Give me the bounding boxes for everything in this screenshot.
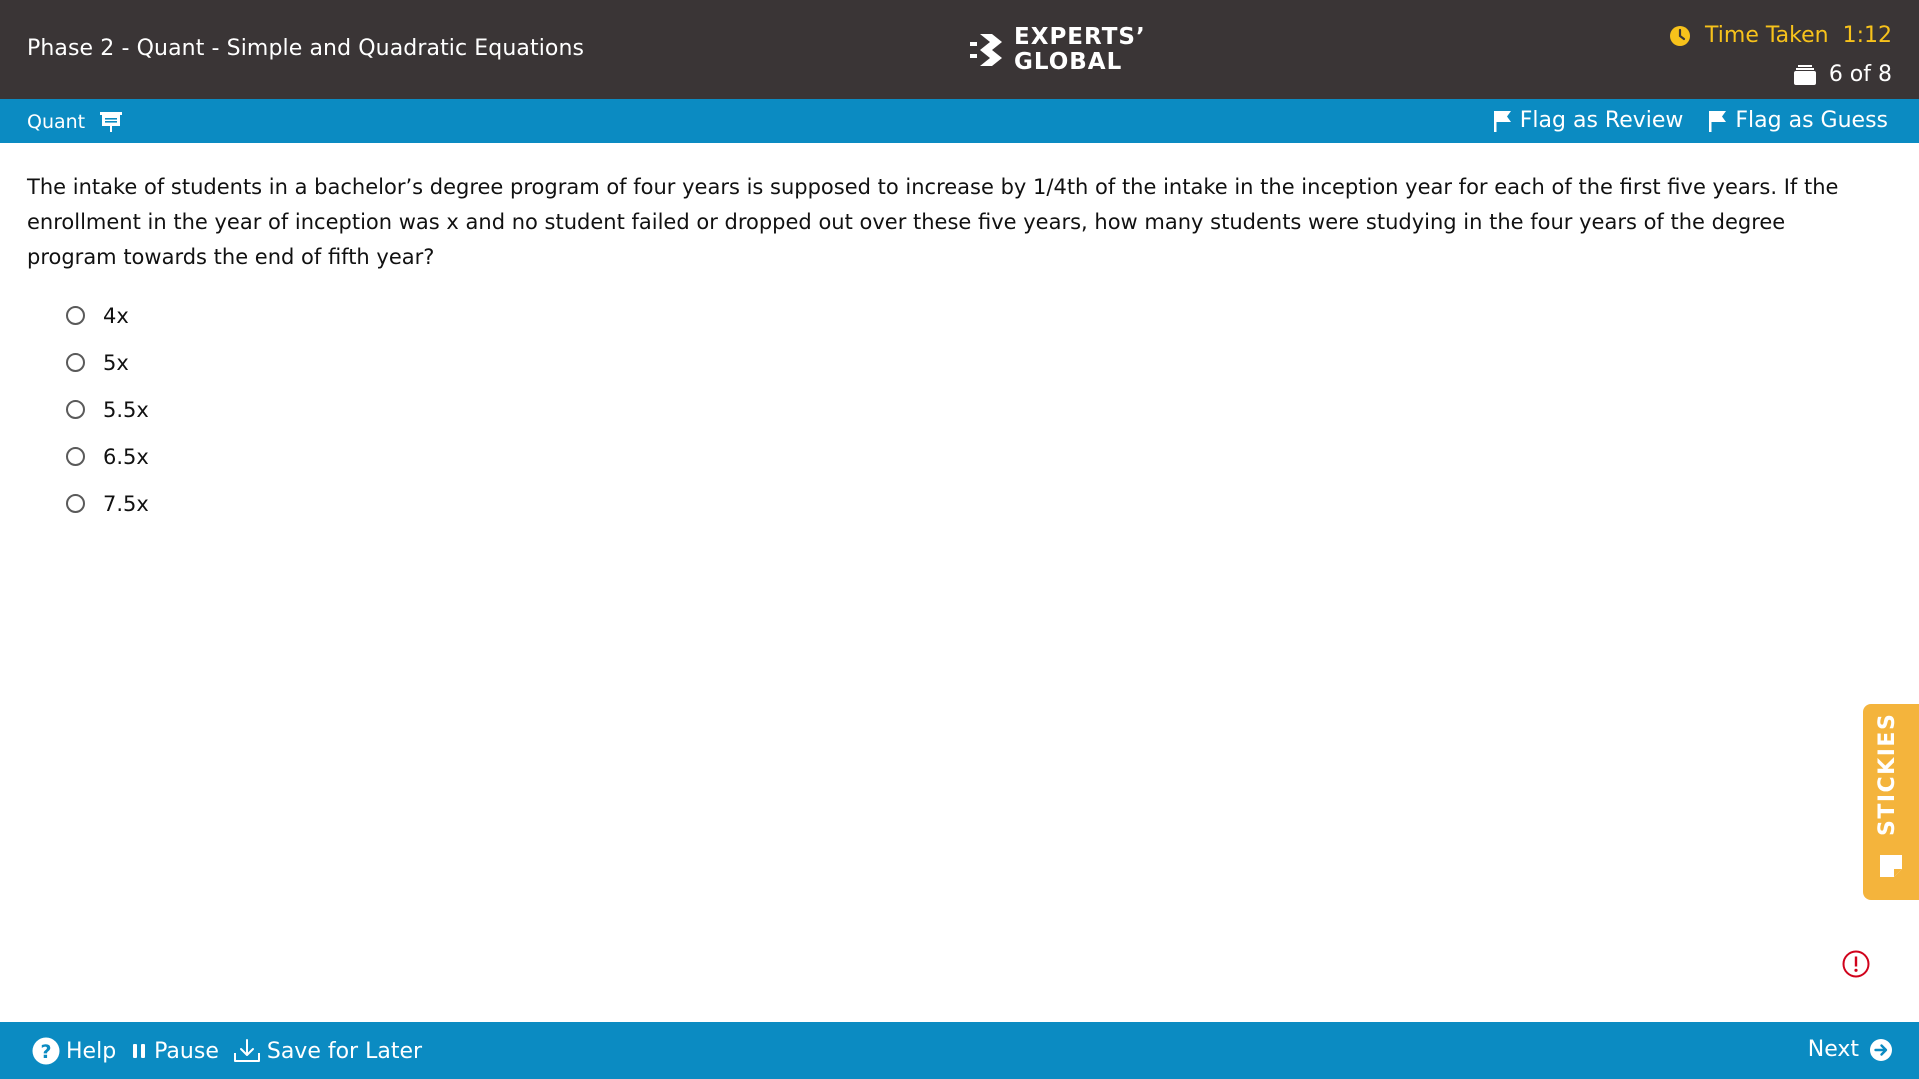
logo-text-line1: EXPERTS’: [1014, 24, 1146, 50]
section-bar: Quant Flag as Review Flag as Guess: [0, 99, 1919, 143]
clock-icon: [1670, 25, 1691, 46]
section-indicator: Quant: [27, 110, 123, 134]
stickies-tab[interactable]: STICKIES: [1863, 704, 1919, 900]
logo-mark-icon: [970, 34, 1002, 66]
question-text: The intake of students in a bachelor’s d…: [27, 175, 1839, 269]
flag-controls: Flag as Review Flag as Guess: [1493, 108, 1888, 133]
help-icon: ?: [32, 1037, 60, 1065]
next-label: Next: [1807, 1037, 1859, 1062]
flag-as-review-button[interactable]: Flag as Review: [1493, 108, 1684, 133]
save-for-later-label: Save for Later: [266, 1038, 423, 1064]
stickies-label: STICKIES: [1875, 712, 1900, 836]
answer-option-label: 7.5x: [103, 491, 149, 516]
save-for-later-button[interactable]: Save for Later: [233, 1038, 422, 1064]
arrow-right-icon: [1870, 1038, 1892, 1061]
help-label: Help: [66, 1038, 117, 1064]
timer-value: 1:12: [1842, 23, 1892, 48]
radio-button[interactable]: [66, 494, 85, 513]
answer-option-label: 5x: [103, 350, 129, 375]
answer-options: 4x 5x 5.5x 6.5x 7.5x: [66, 292, 149, 527]
footer-bar: ? Help Pause Save for Later Next: [0, 1022, 1919, 1079]
footer-left-controls: ? Help Pause Save for Later: [32, 1037, 436, 1065]
pause-icon: [133, 1044, 146, 1058]
flag-as-guess-label: Flag as Guess: [1735, 108, 1888, 133]
radio-button[interactable]: [66, 447, 85, 466]
radio-button[interactable]: [66, 306, 85, 325]
top-header: Phase 2 - Quant - Simple and Quadratic E…: [0, 0, 1919, 99]
question-counter-text: 6 of 8: [1828, 62, 1892, 87]
flag-as-guess-button[interactable]: Flag as Guess: [1709, 108, 1888, 133]
answer-option[interactable]: 6.5x: [66, 433, 149, 480]
next-button[interactable]: Next: [1808, 1037, 1893, 1062]
experts-global-logo: EXPERTS’ GLOBAL: [970, 24, 1146, 75]
answer-option[interactable]: 7.5x: [66, 480, 149, 527]
question-stack-icon: [1793, 64, 1816, 85]
answer-option-label: 5.5x: [103, 397, 149, 422]
answer-option[interactable]: 5x: [66, 339, 149, 386]
logo-text-line2: GLOBAL: [1014, 49, 1123, 75]
help-button[interactable]: ? Help: [32, 1037, 116, 1065]
answer-option[interactable]: 5.5x: [66, 386, 149, 433]
page-title: Phase 2 - Quant - Simple and Quadratic E…: [27, 36, 585, 61]
flag-icon: [1709, 110, 1727, 132]
radio-button[interactable]: [66, 400, 85, 419]
flag-as-review-label: Flag as Review: [1519, 108, 1684, 133]
question-counter: 6 of 8: [1793, 62, 1892, 87]
alert-icon[interactable]: [1842, 950, 1870, 978]
pause-button[interactable]: Pause: [130, 1039, 219, 1064]
radio-button[interactable]: [66, 353, 85, 372]
presentation-icon[interactable]: [99, 110, 123, 134]
answer-option[interactable]: 4x: [66, 292, 149, 339]
note-icon: [1880, 855, 1902, 877]
timer-label: Time Taken: [1705, 23, 1829, 48]
time-taken: Time Taken 1:12: [1669, 23, 1892, 48]
download-icon: [233, 1039, 260, 1062]
answer-option-label: 6.5x: [103, 444, 149, 469]
answer-option-label: 4x: [103, 303, 129, 328]
pause-label: Pause: [154, 1038, 219, 1064]
svg-text:?: ?: [40, 1041, 51, 1063]
flag-icon: [1493, 110, 1511, 132]
section-name: Quant: [27, 111, 86, 133]
